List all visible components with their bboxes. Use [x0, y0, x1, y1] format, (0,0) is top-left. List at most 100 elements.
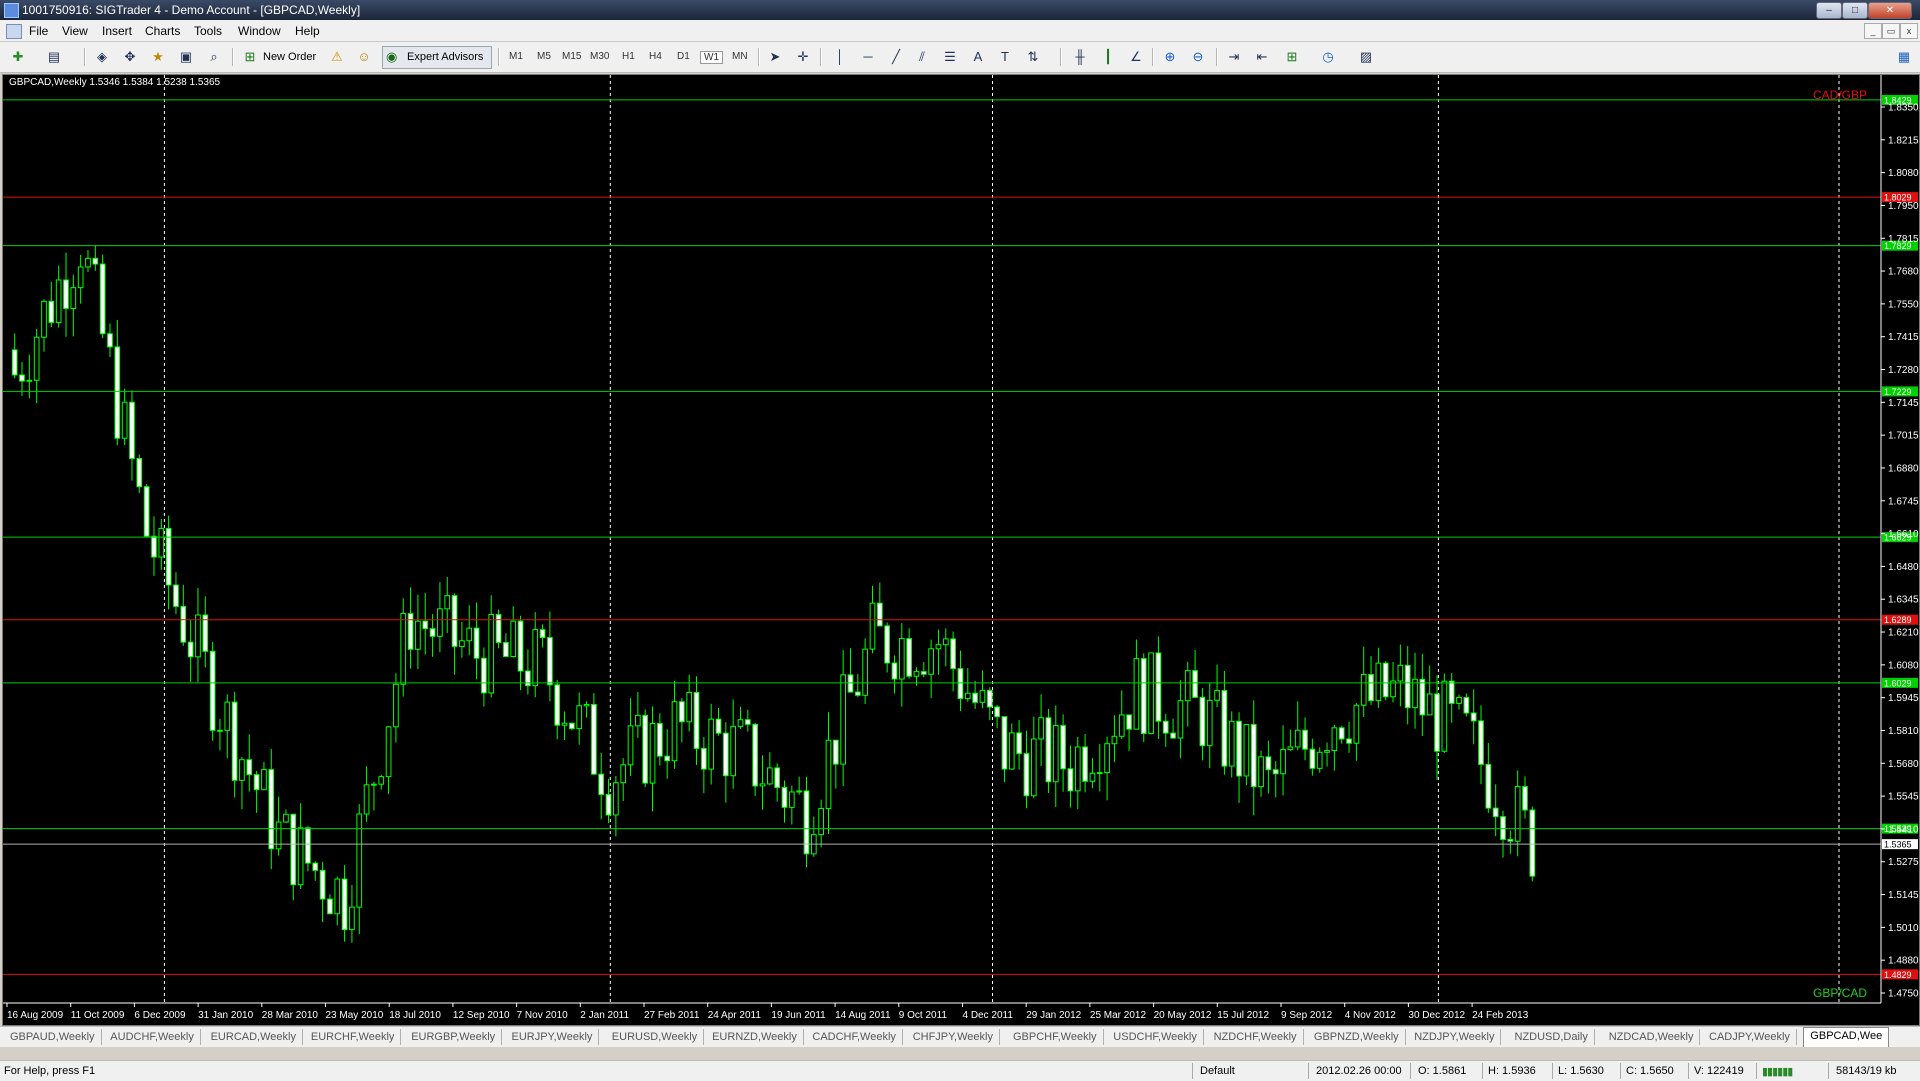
chart-shift-icon[interactable]: ⇤ — [1254, 49, 1270, 65]
chart-window-icon[interactable] — [6, 24, 22, 39]
market-watch-icon[interactable]: ◈ — [94, 49, 110, 65]
bar-chart-icon[interactable]: ╫ — [1072, 49, 1088, 65]
menu-tools[interactable]: Tools — [194, 24, 222, 38]
chart-tab[interactable]: NZDJPY,Weekly — [1408, 1029, 1502, 1045]
chart-tab[interactable]: GBPCHF,Weekly — [1007, 1029, 1104, 1045]
text-label-icon[interactable]: T — [997, 49, 1013, 65]
autotrading-icon[interactable]: ☺ — [356, 49, 372, 65]
candle-body — [429, 628, 436, 637]
timeframe-d1[interactable]: D1 — [677, 51, 690, 62]
minimize-button[interactable]: – — [1816, 2, 1842, 19]
profiles-icon[interactable]: ▤ — [46, 49, 62, 65]
navigator-icon[interactable]: ★ — [150, 49, 166, 65]
candle-body — [1016, 732, 1022, 755]
timeframe-m30[interactable]: M30 — [590, 51, 609, 62]
channel-icon[interactable]: ⫽ — [914, 49, 930, 65]
candle-body — [1243, 724, 1250, 777]
mdi-restore-button[interactable]: ▭ — [1882, 23, 1900, 39]
candle-body — [796, 790, 803, 793]
chart-tab[interactable]: CADJPY,Weekly — [1703, 1029, 1797, 1045]
menu-help[interactable]: Help — [295, 24, 320, 38]
close-button[interactable]: ✕ — [1868, 2, 1912, 19]
menu-view[interactable]: View — [62, 24, 88, 38]
alert-icon[interactable]: ⚠ — [329, 49, 345, 65]
line-chart-icon[interactable]: ∠ — [1128, 49, 1144, 65]
templates-icon[interactable]: ▨ — [1358, 49, 1374, 65]
chart-tab[interactable]: EURGBP,Weekly — [405, 1029, 503, 1045]
timeframe-h4[interactable]: H4 — [649, 51, 662, 62]
timeframe-m15[interactable]: M15 — [562, 51, 581, 62]
cursor-icon[interactable]: ➤ — [767, 49, 783, 65]
candle-body — [561, 722, 568, 726]
new-chart-icon[interactable]: ✚ — [10, 49, 26, 65]
chart-tab[interactable]: EURUSD,Weekly — [606, 1029, 705, 1045]
chart-tab[interactable]: NZDCAD,Weekly — [1603, 1029, 1701, 1045]
fibonacci-icon[interactable]: ☰ — [942, 49, 958, 65]
candle-body — [107, 333, 113, 348]
candle-body — [77, 266, 84, 289]
chart-window[interactable]: 1.8429 1.8029 1.7829 1.7229 1.6629 1.6289 1.60… — [2, 74, 1920, 1026]
chart-tab[interactable]: EURCHF,Weekly — [305, 1029, 402, 1045]
candle-body — [1331, 727, 1338, 752]
chart-tab[interactable]: NZDUSD,Daily — [1509, 1029, 1595, 1045]
indicators-icon[interactable]: ⊞ — [1284, 49, 1300, 65]
candle-body — [1118, 714, 1125, 737]
zoom-out-icon[interactable]: ⊖ — [1190, 49, 1206, 65]
status-profile[interactable]: Default — [1200, 1065, 1235, 1077]
chart-tab[interactable]: CHFJPY,Weekly — [907, 1029, 1000, 1045]
horizontal-line-icon[interactable]: ─ — [860, 49, 876, 65]
chart-tab[interactable]: AUDCHF,Weekly — [104, 1029, 201, 1045]
candlestick-icon[interactable]: ┃ — [1100, 49, 1116, 65]
chart-tab[interactable]: EURJPY,Weekly — [506, 1029, 600, 1045]
chat-icon[interactable]: ▦ — [1896, 49, 1912, 65]
candle-body — [935, 644, 942, 650]
chart-tab[interactable]: NZDCHF,Weekly — [1208, 1029, 1304, 1045]
text-icon[interactable]: A — [970, 49, 986, 65]
price-chart[interactable]: 1.84291.80291.78291.72291.66291.62891.60… — [3, 75, 1919, 1025]
new-order-icon[interactable]: ⊞ — [242, 49, 258, 65]
mdi-minimize-button[interactable]: _ — [1864, 23, 1882, 39]
candle-body — [70, 287, 77, 310]
arrows-icon[interactable]: ⇅ — [1025, 49, 1041, 65]
y-tick-label: 1.8080 — [1888, 168, 1919, 179]
timeframe-mn[interactable]: MN — [732, 51, 748, 62]
auto-scroll-icon[interactable]: ⇥ — [1226, 49, 1242, 65]
expert-advisors-toggle[interactable]: ◉ Expert Advisors — [382, 46, 492, 69]
periods-icon[interactable]: ◷ — [1320, 49, 1336, 65]
menu-window[interactable]: Window — [238, 24, 281, 38]
crosshair-icon[interactable]: ✛ — [795, 49, 811, 65]
candle-body — [1294, 729, 1301, 748]
y-tick-label: 1.5145 — [1888, 890, 1919, 901]
timeframe-w1[interactable]: W1 — [700, 51, 723, 64]
candle-body — [942, 638, 949, 646]
vertical-line-icon[interactable]: │ — [832, 49, 848, 65]
chart-tab[interactable]: EURCAD,Weekly — [205, 1029, 303, 1045]
menu-file[interactable]: File — [29, 24, 48, 38]
candle-body — [451, 595, 458, 647]
timeframe-h1[interactable]: H1 — [622, 51, 635, 62]
chart-tab[interactable]: USDCHF,Weekly — [1107, 1029, 1204, 1045]
candle-body — [1492, 807, 1499, 818]
chart-tab[interactable]: CADCHF,Weekly — [806, 1029, 903, 1045]
mdi-close-button[interactable]: x — [1900, 23, 1918, 39]
new-order-button[interactable]: New Order — [263, 51, 316, 63]
maximize-button[interactable]: □ — [1842, 2, 1868, 19]
candle-body — [583, 703, 590, 707]
menu-charts[interactable]: Charts — [145, 24, 180, 38]
trendline-icon[interactable]: ╱ — [888, 49, 904, 65]
candle-body — [1514, 786, 1521, 842]
candle-body — [312, 862, 319, 871]
chart-tab[interactable]: GBPAUD,Weekly — [4, 1029, 102, 1045]
chart-tab[interactable]: EURNZD,Weekly — [706, 1029, 804, 1045]
zoom-in-icon[interactable]: ⊕ — [1162, 49, 1178, 65]
title-bar: 1001750916: SIGTrader 4 - Demo Account -… — [0, 0, 1920, 20]
data-window-icon[interactable]: ✥ — [122, 49, 138, 65]
chart-tab[interactable]: GBPCAD,Wee — [1803, 1027, 1890, 1047]
strategy-tester-icon[interactable]: ⌕ — [206, 49, 222, 65]
chart-tab[interactable]: GBPNZD,Weekly — [1308, 1029, 1406, 1045]
terminal-icon[interactable]: ▣ — [178, 49, 194, 65]
menu-insert[interactable]: Insert — [102, 24, 132, 38]
timeframe-m1[interactable]: M1 — [509, 51, 523, 62]
timeframe-m5[interactable]: M5 — [537, 51, 551, 62]
candle-body — [1287, 746, 1294, 751]
